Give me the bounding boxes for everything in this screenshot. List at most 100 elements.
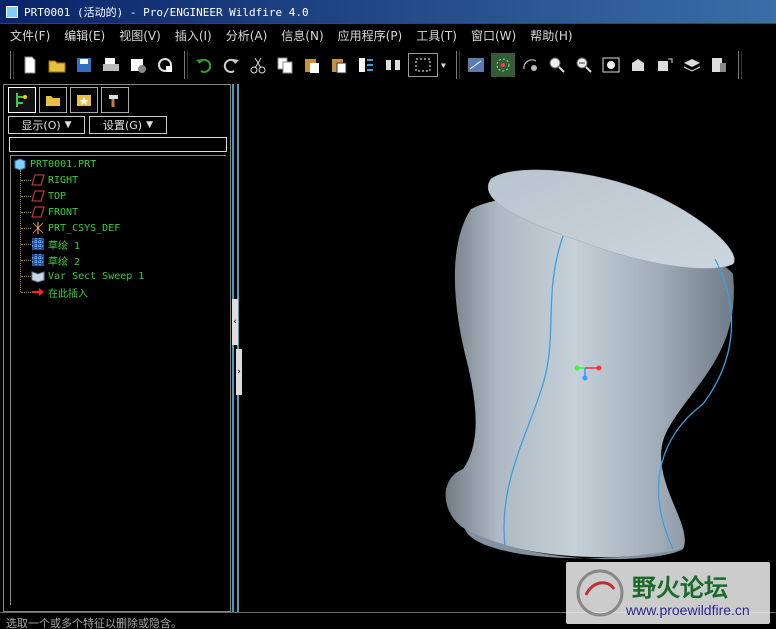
redo-icon[interactable]	[219, 53, 243, 77]
tree-item-label: Var Sect Sweep 1	[48, 270, 145, 282]
undo-icon[interactable]	[192, 53, 216, 77]
tree-connector	[21, 180, 31, 181]
tree-connector	[21, 228, 31, 229]
model-tree: PRT0001.PRT RIGHT TOP FRONT PRT_CSYS_DEF…	[10, 155, 226, 605]
settings-dropdown-label: 设置(G)	[102, 119, 143, 132]
tree-item-root-part[interactable]: PRT0001.PRT	[13, 156, 96, 172]
model-tree-panel: 显示(O) ▼ 设置(G) ▼ PRT0001.PRT RIGHT TOP FRON…	[3, 84, 231, 612]
paste-special-icon[interactable]	[327, 53, 351, 77]
tree-item-label: PRT_CSYS_DEF	[48, 222, 121, 234]
erase-icon[interactable]	[153, 53, 177, 77]
menu-insert[interactable]: 插入(I)	[175, 27, 212, 44]
model-view	[445, 169, 735, 560]
view-manager-icon[interactable]	[707, 53, 731, 77]
chevron-down-icon: ▼	[146, 120, 154, 130]
menu-edit[interactable]: 编辑(E)	[64, 27, 105, 44]
tree-controls: 显示(O) ▼ 设置(G) ▼	[8, 116, 171, 134]
send-icon[interactable]	[126, 53, 150, 77]
panel-splitter[interactable]: ‹ ›	[232, 84, 242, 612]
menu-window[interactable]: 窗口(W)	[471, 27, 516, 44]
tree-connector	[21, 212, 31, 213]
print-icon[interactable]	[99, 53, 123, 77]
site-watermark: 野火论坛 www.proewildfire.cn	[566, 562, 770, 624]
settings-dropdown[interactable]: 设置(G) ▼	[89, 116, 167, 134]
tree-item-sketch-2[interactable]: 草绘 2	[31, 252, 80, 268]
collapse-left-icon[interactable]: ‹	[232, 299, 238, 345]
splitter-line	[232, 84, 234, 612]
zoom-out-icon[interactable]	[572, 53, 596, 77]
spin-center-icon[interactable]	[490, 53, 515, 77]
tree-item-csys[interactable]: PRT_CSYS_DEF	[31, 220, 120, 236]
find-icon[interactable]	[381, 53, 405, 77]
datum-plane-icon	[31, 205, 45, 219]
window-title: PRT0001 (活动的) - Pro/ENGINEER Wildfire 4.…	[24, 5, 309, 19]
menu-info[interactable]: 信息(N)	[281, 27, 323, 44]
select-box-icon[interactable]	[408, 53, 438, 77]
show-dropdown[interactable]: 显示(O) ▼	[8, 116, 85, 134]
saved-views-icon[interactable]	[653, 53, 677, 77]
tree-connector	[21, 244, 31, 245]
toolbar-separator	[10, 51, 14, 79]
connections-tab-icon[interactable]	[101, 87, 129, 113]
menu-tools[interactable]: 工具(T)	[416, 27, 457, 44]
copy-icon[interactable]	[273, 53, 297, 77]
tree-item-insert-here[interactable]: 在此插入	[31, 284, 88, 300]
folder-browser-tab-icon[interactable]	[39, 87, 67, 113]
tree-item-label: 在此插入	[48, 288, 88, 300]
datum-plane-icon	[31, 173, 45, 187]
title-bar: PRT0001 (活动的) - Pro/ENGINEER Wildfire 4.…	[0, 0, 776, 24]
regenerate-icon[interactable]	[354, 53, 378, 77]
menu-file[interactable]: 文件(F)	[10, 27, 50, 44]
status-message: 选取一个或多个特征以删除或隐含。	[6, 617, 182, 629]
refit-icon[interactable]	[599, 53, 623, 77]
menu-view[interactable]: 视图(V)	[119, 27, 161, 44]
select-box-dropdown-icon[interactable]: ▼	[441, 61, 446, 70]
menu-applications[interactable]: 应用程序(P)	[338, 27, 403, 44]
layers-icon[interactable]	[680, 53, 704, 77]
tree-connector	[21, 260, 31, 261]
open-icon[interactable]	[45, 53, 69, 77]
watermark-logo-icon	[576, 569, 624, 617]
sketch-icon	[31, 253, 45, 267]
watermark-title: 野火论坛	[632, 574, 728, 602]
repaint-icon[interactable]	[464, 53, 488, 77]
tree-item-var-sect-sweep[interactable]: Var Sect Sweep 1	[31, 268, 144, 284]
cut-icon[interactable]	[246, 53, 270, 77]
toolbar-separator	[455, 51, 460, 79]
show-dropdown-label: 显示(O)	[21, 119, 61, 132]
expand-right-icon[interactable]: ›	[236, 349, 242, 395]
reorient-icon[interactable]	[626, 53, 650, 77]
tree-filter-input[interactable]	[9, 137, 227, 152]
insert-here-arrow-icon	[31, 285, 45, 299]
sweep-icon	[31, 269, 45, 283]
datum-plane-icon	[31, 189, 45, 203]
toolbar-separator	[184, 51, 188, 79]
graphics-viewport[interactable]	[243, 84, 776, 614]
tree-item-label: TOP	[48, 190, 67, 202]
tree-item-sketch-1[interactable]: 草绘 1	[31, 236, 80, 252]
tree-item-front[interactable]: FRONT	[31, 204, 78, 220]
paste-icon[interactable]	[300, 53, 324, 77]
favorites-tab-icon[interactable]	[70, 87, 98, 113]
tree-item-label: PRT0001.PRT	[30, 158, 97, 170]
toolbar: ▼	[0, 48, 776, 82]
tree-connector	[20, 170, 21, 292]
zoom-in-icon[interactable]	[545, 53, 569, 77]
navigator-tabs	[8, 87, 132, 113]
tree-item-right[interactable]: RIGHT	[31, 172, 78, 188]
tree-item-label: FRONT	[48, 206, 79, 218]
menu-analysis[interactable]: 分析(A)	[226, 27, 268, 44]
csys-icon	[31, 221, 45, 235]
menu-bar: 文件(F) 编辑(E) 视图(V) 插入(I) 分析(A) 信息(N) 应用程序…	[0, 24, 776, 46]
orient-icon[interactable]	[518, 53, 542, 77]
new-icon[interactable]	[18, 53, 42, 77]
model-tree-tab-icon[interactable]	[8, 87, 36, 113]
tree-item-top[interactable]: TOP	[31, 188, 66, 204]
tree-item-label: 草绘 1	[48, 240, 81, 252]
app-icon	[6, 5, 18, 18]
part-icon	[13, 157, 27, 171]
save-icon[interactable]	[72, 53, 96, 77]
sketch-icon	[31, 237, 45, 251]
toolbar-separator	[737, 51, 742, 79]
menu-help[interactable]: 帮助(H)	[530, 27, 572, 44]
